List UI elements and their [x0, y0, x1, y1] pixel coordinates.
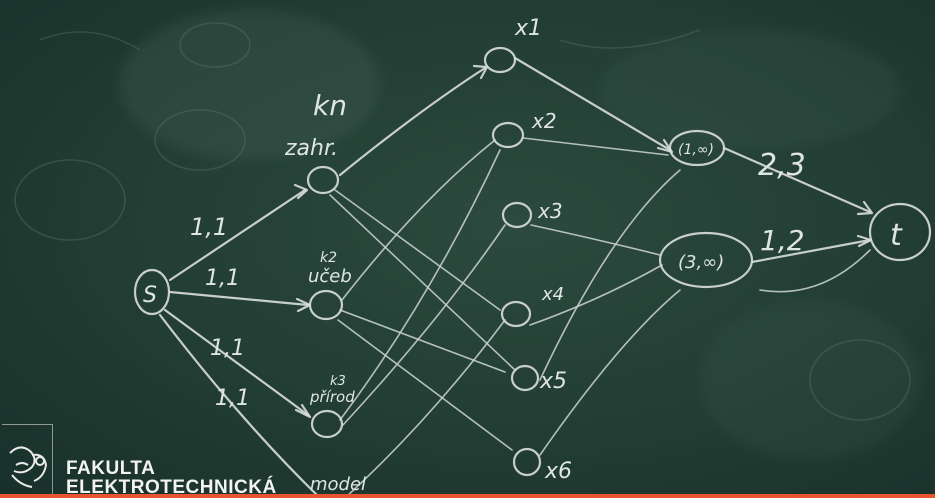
edge-label-hub2-sink: 1,2 — [760, 224, 805, 257]
node-x6 — [512, 447, 542, 477]
lion-emblem-icon — [9, 446, 48, 488]
sink-label: t — [890, 218, 903, 253]
logo-text: FAKULTA ELEKTROTECHNICKÁ — [66, 459, 277, 497]
chalkboard-photo: S t kn zahr. k2 učeb k3 přírod model x1 … — [0, 0, 935, 498]
node-x4 — [500, 300, 532, 328]
x6-label: x6 — [544, 459, 572, 484]
kn-label: kn — [313, 89, 347, 122]
source-label: S — [143, 283, 157, 308]
edge-label-low: 1,1 — [210, 336, 245, 361]
node-x2 — [491, 121, 525, 149]
x4-label: x4 — [541, 284, 564, 305]
node-x5 — [510, 364, 540, 392]
edge-label-top: 1,1 — [190, 213, 228, 241]
accent-bar — [0, 494, 935, 498]
logo-frame — [2, 424, 53, 495]
edge-label-mid: 1,1 — [205, 266, 240, 291]
k2-label: k2 — [320, 250, 337, 266]
node-x1 — [483, 46, 517, 74]
node-k3 — [310, 409, 344, 439]
x5-label: x5 — [539, 369, 567, 394]
node-kn — [306, 165, 340, 195]
node-x3 — [501, 201, 533, 229]
model-label: model — [310, 474, 366, 495]
node-k2 — [308, 289, 344, 321]
x2-label: x2 — [531, 109, 557, 133]
faculty-logo: FAKULTA ELEKTROTECHNICKÁ — [0, 424, 276, 497]
hub-label-2: (3,∞) — [678, 252, 724, 273]
hub-label-1: (1,∞) — [678, 142, 714, 158]
k3-label: k3 — [330, 374, 346, 389]
logo-line-1: FAKULTA — [66, 458, 156, 479]
x3-label: x3 — [537, 199, 563, 223]
x1-label: x1 — [514, 16, 542, 41]
edge-label-hub1-sink: 2,3 — [758, 148, 806, 183]
prirod-label: přírod — [309, 388, 355, 406]
zahr-label: zahr. — [284, 136, 338, 161]
uceb-label: učeb — [308, 266, 352, 287]
edge-label-bottom: 1,1 — [215, 386, 250, 411]
